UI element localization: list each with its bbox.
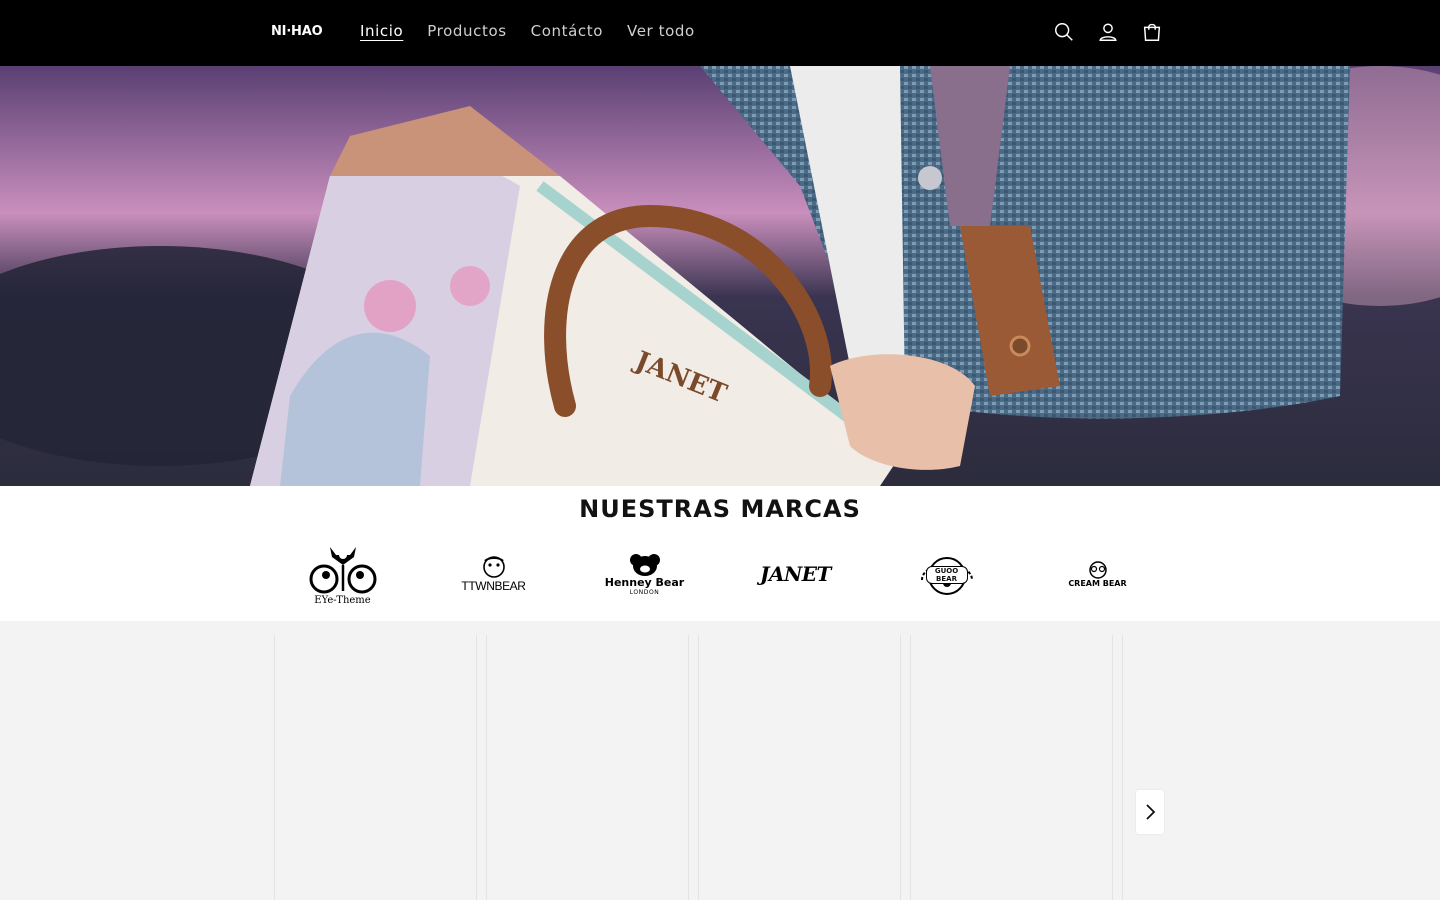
site-logo[interactable]: NI·HAO: [271, 24, 323, 39]
henney-bear-logo: [629, 554, 660, 576]
brand-ttwnbear[interactable]: TTWNBEAR: [418, 534, 569, 614]
product-card[interactable]: [910, 635, 1113, 900]
main-nav: Inicio Productos Contácto Ver todo: [348, 20, 707, 46]
nav-link-contacto[interactable]: Contácto: [519, 20, 615, 46]
nav-link-ver-todo[interactable]: Ver todo: [615, 20, 707, 46]
hero-banner[interactable]: JANET: [0, 66, 1440, 486]
cream-bear-logo: [1088, 560, 1107, 579]
brand-label: TTWNBEAR: [461, 579, 526, 593]
eye-theme-logo: [309, 546, 376, 593]
brand-henney-bear[interactable]: Henney Bear LONDON: [569, 534, 720, 614]
carousel-next-button[interactable]: [1136, 790, 1164, 834]
brand-guoo-bear[interactable]: GUOO BEAR: [871, 534, 1022, 614]
nav-link-inicio[interactable]: Inicio: [348, 20, 415, 46]
brands-title: NUESTRAS MARCAS: [579, 495, 861, 523]
product-card[interactable]: [1122, 635, 1182, 900]
brand-eye-theme[interactable]: EYe-Theme: [267, 534, 418, 614]
brand-label: CREAM BEAR: [1068, 578, 1127, 588]
nav-link-productos[interactable]: Productos: [415, 20, 518, 46]
product-card[interactable]: [274, 635, 477, 900]
hero-image: JANET: [0, 66, 1440, 486]
brand-label: GUOO BEAR: [925, 566, 968, 584]
brands-row: EYe-Theme TTWNBEAR Henney Bear LONDON JA…: [267, 534, 1173, 614]
brand-janet[interactable]: JANET: [720, 534, 871, 614]
brand-label: EYe-Theme: [314, 594, 371, 606]
chevron-right-icon: [1146, 804, 1156, 820]
guoo-bear-logo: GUOO BEAR: [912, 550, 982, 598]
brand-cream-bear[interactable]: CREAM BEAR: [1022, 534, 1173, 614]
brand-label: Henney Bear: [604, 576, 685, 589]
product-card[interactable]: [698, 635, 901, 900]
product-card[interactable]: [486, 635, 689, 900]
ttwnbear-logo: [482, 556, 505, 578]
search-icon[interactable]: [1052, 20, 1076, 44]
account-icon[interactable]: [1096, 20, 1120, 44]
products-section: [0, 621, 1440, 900]
cart-icon[interactable]: [1140, 20, 1164, 44]
brand-sublabel: LONDON: [629, 589, 660, 596]
site-header: NI·HAO Inicio Productos Contácto Ver tod…: [0, 0, 1440, 66]
janet-logo: JANET: [760, 562, 831, 586]
